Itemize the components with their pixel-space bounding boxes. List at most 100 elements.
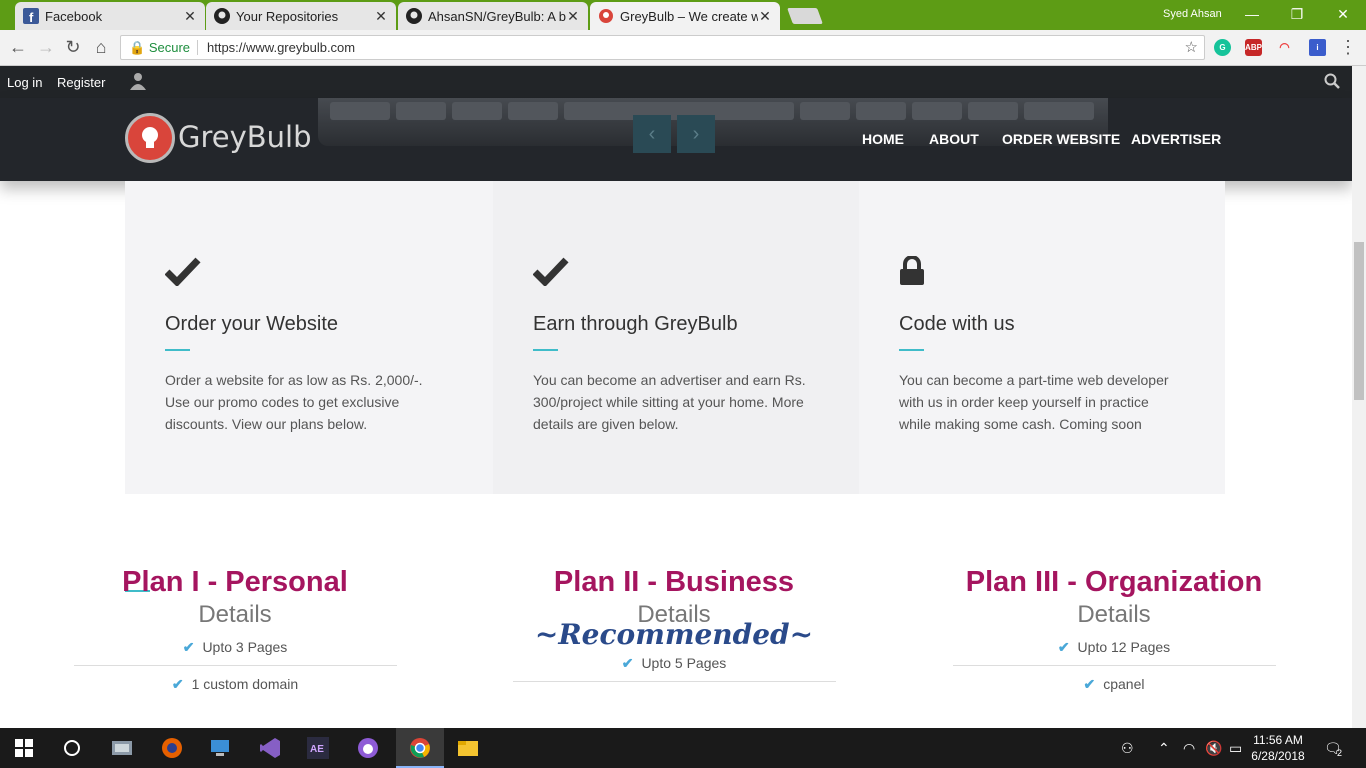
nav-home[interactable]: HOME (862, 131, 904, 147)
github-icon (406, 8, 422, 24)
svg-text:AE: AE (310, 744, 324, 755)
plan-feature: ✔ cpanel (1083, 676, 1145, 692)
reload-icon[interactable]: ↻ (63, 37, 83, 57)
tab-title: AhsanSN/GreyBulb: A bu (428, 8, 566, 24)
user-icon[interactable] (130, 72, 146, 93)
extension-icon[interactable]: ◠ (1276, 39, 1293, 56)
clock-date: 6/28/2018 (1251, 749, 1305, 763)
tab-close-icon[interactable]: ✕ (374, 8, 388, 25)
slider-prev-icon[interactable]: ‹ (633, 115, 671, 153)
computer-icon[interactable] (208, 736, 232, 760)
feature-card-order-website: Order your Website Order a website for a… (125, 181, 493, 494)
check-icon: ✔ (1057, 639, 1070, 655)
back-arrow-icon[interactable]: ← (8, 37, 28, 57)
battery-icon[interactable]: ▭ (1229, 740, 1242, 757)
check-icon: ✔ (171, 676, 184, 692)
system-clock[interactable]: 11:56 AM 6/28/2018 (1248, 732, 1308, 764)
tab-title: Facebook (45, 8, 103, 24)
volume-mute-icon[interactable]: 🔇 (1205, 740, 1222, 757)
facebook-icon: f (23, 8, 39, 24)
tab-close-icon[interactable]: ✕ (566, 8, 580, 25)
firefox-icon[interactable] (160, 736, 184, 760)
chrome-icon[interactable] (408, 736, 432, 760)
windows-start-icon[interactable] (12, 736, 36, 760)
divider (512, 681, 836, 682)
task-view-icon[interactable] (110, 736, 134, 760)
plan-title: Plan III - Organization (965, 566, 1263, 598)
feature-title: Code with us (899, 313, 1015, 335)
show-hidden-icons-chevron-icon[interactable]: ⌃ (1158, 740, 1170, 757)
plan-feature: ✔ Upto 12 Pages (1057, 639, 1171, 655)
clock-time: 11:56 AM (1253, 733, 1303, 747)
divider (197, 40, 198, 55)
plan-feature: ✔ Upto 3 Pages (182, 639, 288, 655)
site-logo-text[interactable]: GreyBulb (178, 120, 312, 154)
plan-feature: ✔ Upto 5 Pages (621, 655, 727, 671)
browser-titlebar: f Facebook ✕ Your Repositories ✕ AhsanSN… (0, 0, 1366, 30)
adblock-extension-icon[interactable]: ABP (1245, 39, 1262, 56)
register-link[interactable]: Register (57, 75, 105, 90)
plan-card-business: Plan II - Business Details ~Recommended~… (484, 566, 864, 682)
plan-details-label: Details (1077, 601, 1151, 628)
feature-text: You can become an advertiser and earn Rs… (533, 372, 806, 432)
lock-icon: 🔒 (129, 40, 146, 55)
wifi-icon[interactable]: ◠ (1183, 740, 1195, 757)
visual-studio-icon[interactable] (258, 736, 282, 760)
tab-title: GreyBulb – We create we (620, 8, 758, 24)
webpage: Log in Register GreyBulb ‹ › HOME ABOUT … (0, 66, 1352, 728)
check-icon: ✔ (621, 655, 634, 671)
login-link[interactable]: Log in (7, 75, 42, 90)
url-text[interactable]: https://www.greybulb.com (207, 36, 355, 59)
browser-menu-icon[interactable]: ⋮ (1338, 37, 1358, 57)
lock-icon (899, 255, 925, 291)
slider-next-icon[interactable]: › (677, 115, 715, 153)
plan-title: Plan I - Personal (122, 566, 348, 598)
divider (952, 665, 1276, 666)
greybulb-logo-icon[interactable] (125, 113, 175, 163)
tab-your-repositories[interactable]: Your Repositories ✕ (206, 2, 396, 30)
secure-indicator[interactable]: 🔒 Secure (129, 36, 190, 59)
people-icon[interactable]: ⚇ (1121, 740, 1134, 757)
site-topbar: Log in Register (0, 66, 1352, 98)
browser-profile-name[interactable]: Syed Ahsan (1163, 8, 1222, 20)
file-explorer-icon[interactable] (456, 736, 480, 760)
github-icon (214, 8, 230, 24)
cortana-search-icon[interactable] (60, 736, 84, 760)
browser-toolbar: ← → ↻ ⌂ 🔒 Secure https://www.greybulb.co… (0, 30, 1366, 66)
tab-close-icon[interactable]: ✕ (758, 8, 772, 25)
nav-advertiser[interactable]: ADVERTISER (1131, 131, 1221, 147)
greybulb-favicon-icon (598, 8, 614, 24)
tab-close-icon[interactable]: ✕ (183, 8, 197, 25)
window-close-icon[interactable]: ✕ (1328, 4, 1358, 24)
tab-greybulb-repo[interactable]: AhsanSN/GreyBulb: A bu ✕ (398, 2, 588, 30)
restore-icon[interactable]: ❐ (1282, 4, 1312, 24)
tab-greybulb-active[interactable]: GreyBulb – We create we ✕ (590, 2, 780, 30)
tab-title: Your Repositories (236, 8, 339, 24)
divider (533, 349, 558, 351)
github-desktop-icon[interactable] (356, 736, 380, 760)
minimize-icon[interactable]: — (1237, 4, 1267, 24)
tab-facebook[interactable]: f Facebook ✕ (15, 2, 205, 30)
forward-arrow-icon[interactable]: → (36, 37, 56, 57)
nav-order-website[interactable]: ORDER WEBSITE (1002, 131, 1120, 147)
plan-card-personal: Plan I - Personal Details ✔ Upto 3 Pages … (45, 566, 425, 693)
bookmark-star-icon[interactable]: ☆ (1185, 36, 1198, 59)
scrollbar-thumb[interactable] (1354, 242, 1364, 400)
feature-text: Order a website for as low as Rs. 2,000/… (165, 372, 423, 432)
nav-about[interactable]: ABOUT (929, 131, 979, 147)
grammarly-extension-icon[interactable]: G (1214, 39, 1231, 56)
windows-taskbar: AE ⚇ ⌃ ◠ 🔇 ▭ 11:56 AM 6/28/2018 🗨 2 (0, 728, 1366, 768)
search-icon[interactable] (1324, 73, 1340, 92)
address-bar[interactable]: 🔒 Secure https://www.greybulb.com ☆ (120, 35, 1205, 60)
after-effects-icon[interactable]: AE (306, 736, 330, 760)
check-icon (164, 256, 201, 291)
notification-count: 2 (1337, 748, 1343, 758)
svg-text:f: f (29, 10, 34, 24)
plan-details-label: Details (198, 601, 272, 628)
extension-icon[interactable]: i (1309, 39, 1326, 56)
plan-feature: ✔ 1 custom domain (171, 676, 299, 692)
new-tab-button[interactable] (787, 8, 823, 24)
page-scrollbar[interactable] (1352, 66, 1366, 728)
home-icon[interactable]: ⌂ (91, 37, 111, 57)
header-banner: GreyBulb ‹ › HOME ABOUT ORDER WEBSITE AD… (0, 98, 1352, 181)
